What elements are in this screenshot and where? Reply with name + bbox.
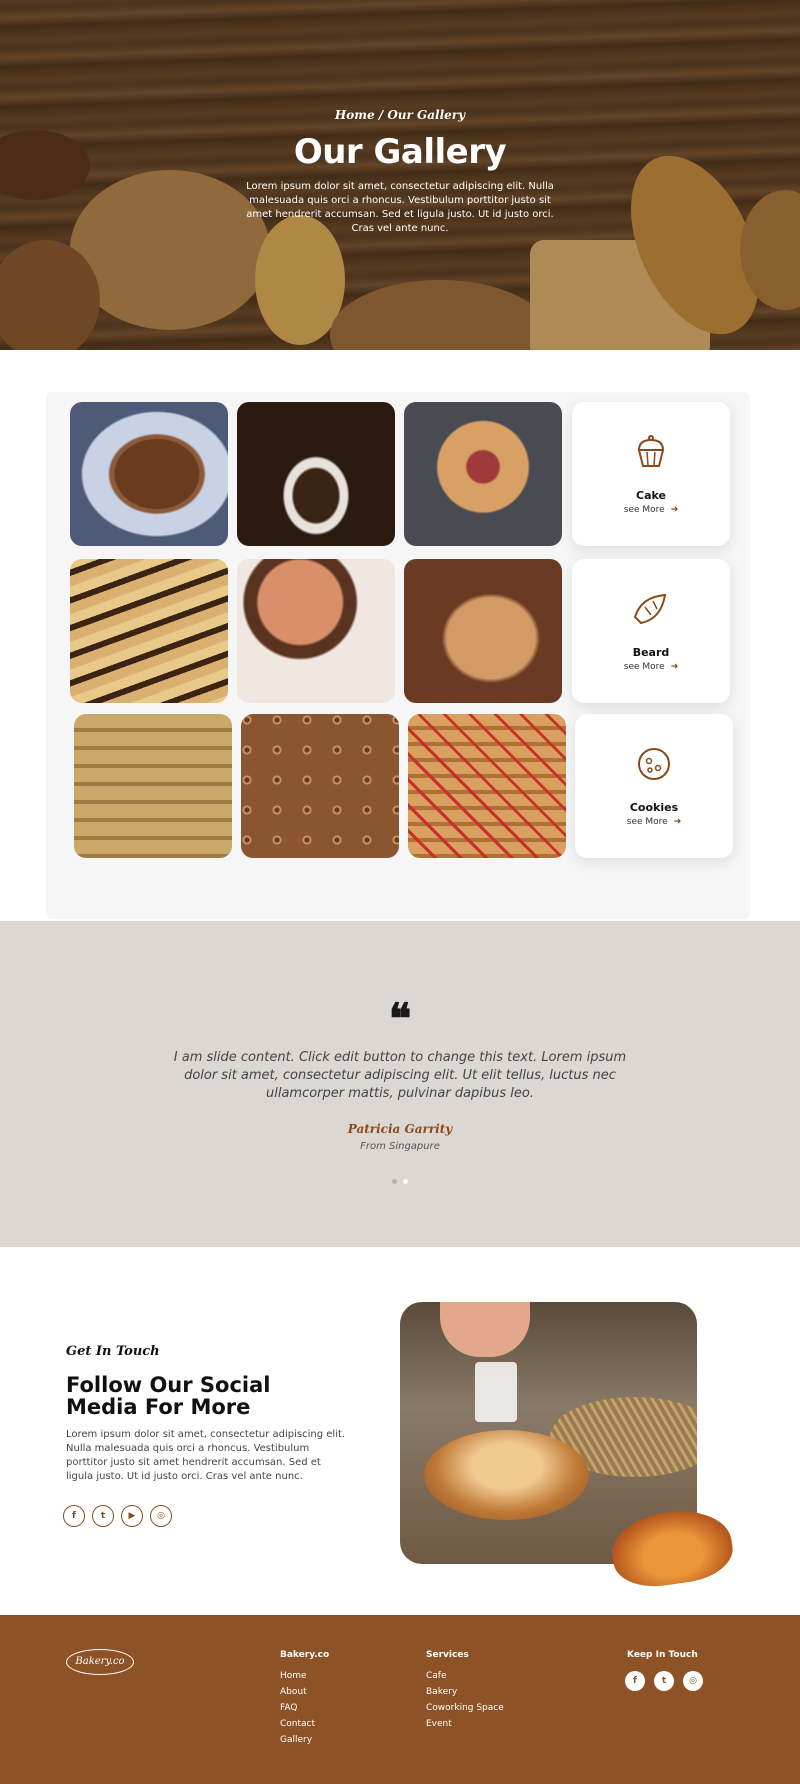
testimonial-author: Patricia Garrity — [347, 1122, 453, 1136]
testimonial-text: I am slide content. Click edit button to… — [173, 1050, 627, 1101]
see-more-link[interactable]: see More ➔ — [572, 505, 730, 515]
quote-icon: ❝ — [388, 994, 412, 1043]
footer-logo[interactable]: Bakery.co — [66, 1649, 134, 1675]
arrow-right-icon: ➔ — [670, 662, 679, 672]
category-name: Beard — [632, 646, 670, 659]
footer-heading: Services — [426, 1650, 469, 1660]
category-card-beard[interactable]: Beard see More ➔ — [572, 559, 730, 703]
gallery-photo[interactable] — [408, 714, 566, 858]
gallery-photo[interactable] — [74, 714, 232, 858]
instagram-icon[interactable]: ◎ — [683, 1671, 703, 1691]
twitter-icon[interactable]: t — [654, 1671, 674, 1691]
cupcake-icon — [637, 435, 665, 467]
footer-link[interactable]: About — [280, 1684, 307, 1700]
youtube-icon[interactable]: ▶ — [121, 1505, 143, 1527]
gallery-photo[interactable] — [70, 402, 228, 546]
gallery-photo[interactable] — [404, 402, 562, 546]
footer-link[interactable]: Event — [426, 1716, 452, 1732]
slider-dot[interactable] — [392, 1179, 397, 1184]
gallery-photo[interactable] — [237, 559, 395, 703]
section-tag: Get In Touch — [66, 1344, 160, 1359]
page-title: Our Gallery — [293, 132, 507, 172]
footer-link[interactable]: FAQ — [280, 1700, 297, 1716]
see-more-link[interactable]: see More ➔ — [575, 817, 733, 827]
arrow-right-icon: ➔ — [670, 505, 679, 515]
footer-link[interactable]: Gallery — [280, 1732, 312, 1748]
category-card-cake[interactable]: Cake see More ➔ — [572, 402, 730, 546]
arrow-right-icon: ➔ — [673, 817, 682, 827]
gallery-photo[interactable] — [241, 714, 399, 858]
slider-dot-active[interactable] — [403, 1179, 408, 1184]
instagram-icon[interactable]: ◎ — [150, 1505, 172, 1527]
footer-link[interactable]: Coworking Space — [426, 1700, 504, 1716]
cookie-icon — [638, 748, 670, 780]
hero-banner: Home / Our Gallery Our Gallery Lorem ips… — [0, 0, 800, 350]
footer-heading: Keep In Touch — [627, 1650, 698, 1660]
footer-link[interactable]: Bakery — [426, 1684, 457, 1700]
milk-glass — [475, 1362, 517, 1422]
facebook-icon[interactable]: f — [63, 1505, 85, 1527]
footer: Bakery.co Bakery.co Home About FAQ Conta… — [0, 1615, 800, 1784]
bread-loaf — [424, 1430, 589, 1520]
category-card-cookies[interactable]: Cookies see More ➔ — [575, 714, 733, 858]
breadcrumb[interactable]: Home / Our Gallery — [0, 108, 800, 122]
hero-description: Lorem ipsum dolor sit amet, consectetur … — [246, 181, 554, 234]
testimonial-location: From Singapure — [360, 1141, 440, 1152]
gallery-photo[interactable] — [404, 559, 562, 703]
section-description: Lorem ipsum dolor sit amet, consectetur … — [66, 1429, 346, 1482]
twitter-icon[interactable]: t — [92, 1505, 114, 1527]
see-more-link[interactable]: see More ➔ — [572, 662, 730, 672]
footer-link[interactable]: Home — [280, 1668, 307, 1684]
footer-heading: Bakery.co — [280, 1650, 330, 1660]
section-title: Follow Our Social Media For More — [66, 1373, 271, 1419]
category-name: Cake — [636, 489, 666, 502]
hand — [440, 1302, 530, 1357]
footer-link[interactable]: Cafe — [426, 1668, 447, 1684]
facebook-icon[interactable]: f — [625, 1671, 645, 1691]
category-name: Cookies — [629, 801, 679, 814]
footer-link[interactable]: Contact — [280, 1716, 315, 1732]
croissant-icon — [633, 593, 667, 625]
testimonial-section: ❝ I am slide content. Click edit button … — [0, 921, 800, 1247]
gallery-photo[interactable] — [70, 559, 228, 703]
gallery-photo[interactable] — [237, 402, 395, 546]
hero-overlay — [0, 0, 800, 350]
